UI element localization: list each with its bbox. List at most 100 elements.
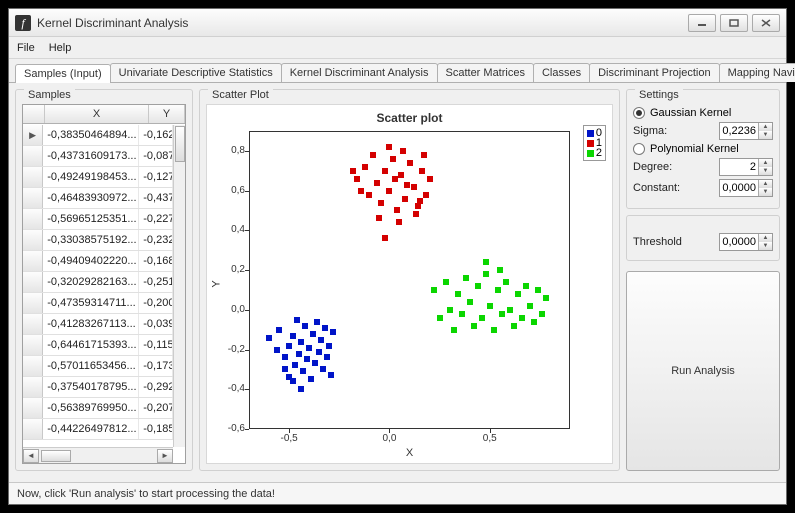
cell-x[interactable]: -0,56965125351... — [43, 209, 139, 229]
data-point — [306, 345, 312, 351]
cell-y[interactable]: -0,292 — [139, 377, 173, 397]
table-row[interactable]: -0,49249198453... -0,127 — [23, 167, 173, 188]
cell-y[interactable]: -0,200 — [139, 293, 173, 313]
tab-univariate-descriptive-statistics[interactable]: Univariate Descriptive Statistics — [110, 63, 282, 82]
table-row[interactable]: -0,47359314711... -0,200 — [23, 293, 173, 314]
table-row[interactable]: -0,44226497812... -0,185 — [23, 419, 173, 440]
data-point — [507, 307, 513, 313]
grid-vscroll[interactable] — [173, 125, 185, 447]
cell-y[interactable]: -0,185 — [139, 419, 173, 439]
table-row[interactable]: -0,57011653456... -0,173 — [23, 356, 173, 377]
menu-file[interactable]: File — [17, 42, 35, 54]
cell-y[interactable]: -0,115 — [139, 335, 173, 355]
table-row[interactable]: -0,56389769950... -0,207 — [23, 398, 173, 419]
row-header — [23, 293, 43, 313]
table-row[interactable]: -0,64461715393... -0,115 — [23, 335, 173, 356]
cell-x[interactable]: -0,49249198453... — [43, 167, 139, 187]
legend: 012 — [583, 125, 606, 161]
tab-mapping-navigation[interactable]: Mapping Navigation — [719, 63, 795, 82]
data-point — [382, 235, 388, 241]
cell-x[interactable]: -0,38350464894... — [43, 125, 139, 145]
cell-y[interactable]: -0,168 — [139, 251, 173, 271]
data-point — [447, 307, 453, 313]
tab-classes[interactable]: Classes — [533, 63, 590, 82]
cell-x[interactable]: -0,43731609173... — [43, 146, 139, 166]
data-point — [411, 184, 417, 190]
col-header-y[interactable]: Y — [149, 105, 185, 123]
cell-x[interactable]: -0,33038575192... — [43, 230, 139, 250]
data-point — [421, 152, 427, 158]
table-row[interactable]: -0,41283267113... -0,039 — [23, 314, 173, 335]
data-point — [390, 156, 396, 162]
tab-scatter-matrices[interactable]: Scatter Matrices — [437, 63, 534, 82]
data-point — [326, 343, 332, 349]
data-point — [523, 283, 529, 289]
cell-x[interactable]: -0,47359314711... — [43, 293, 139, 313]
cell-y[interactable]: -0,437 — [139, 188, 173, 208]
cell-x[interactable]: -0,46483930972... — [43, 188, 139, 208]
minimize-button[interactable] — [688, 14, 716, 32]
col-header-x[interactable]: X — [45, 105, 149, 123]
table-row[interactable]: -0,49409402220... -0,168 — [23, 251, 173, 272]
data-point — [511, 323, 517, 329]
data-point — [475, 283, 481, 289]
cell-x[interactable]: -0,64461715393... — [43, 335, 139, 355]
tab-samples-input-[interactable]: Samples (Input) — [15, 64, 111, 83]
cell-y[interactable]: -0,251 — [139, 272, 173, 292]
run-analysis-button[interactable]: Run Analysis — [626, 271, 780, 471]
row-header-corner — [23, 105, 45, 123]
polynomial-radio[interactable]: Polynomial Kernel — [633, 143, 773, 155]
grid-hscroll[interactable]: ◄ ► — [23, 447, 173, 463]
data-point — [483, 271, 489, 277]
data-point — [392, 176, 398, 182]
tab-kernel-discriminant-analysis[interactable]: Kernel Discriminant Analysis — [281, 63, 438, 82]
cell-x[interactable]: -0,56389769950... — [43, 398, 139, 418]
cell-x[interactable]: -0,37540178795... — [43, 377, 139, 397]
degree-input[interactable]: 2▲▼ — [719, 158, 773, 176]
menu-help[interactable]: Help — [49, 42, 72, 54]
gaussian-radio[interactable]: Gaussian Kernel — [633, 107, 773, 119]
constant-input[interactable]: 0,0000▲▼ — [719, 179, 773, 197]
window: f Kernel Discriminant Analysis File Help… — [8, 8, 787, 505]
cell-x[interactable]: -0,44226497812... — [43, 419, 139, 439]
x-tick: -0,5 — [275, 433, 303, 444]
sigma-input[interactable]: 0,2236▲▼ — [719, 122, 773, 140]
table-row[interactable]: -0,56965125351... -0,227 — [23, 209, 173, 230]
table-row[interactable]: ▶ -0,38350464894... -0,162 — [23, 125, 173, 146]
cell-y[interactable]: -0,207 — [139, 398, 173, 418]
cell-x[interactable]: -0,57011653456... — [43, 356, 139, 376]
maximize-button[interactable] — [720, 14, 748, 32]
cell-y[interactable]: -0,087 — [139, 146, 173, 166]
cell-y[interactable]: -0,162 — [139, 125, 173, 145]
scroll-right-icon[interactable]: ► — [157, 449, 173, 463]
cell-y[interactable]: -0,127 — [139, 167, 173, 187]
data-point — [427, 176, 433, 182]
data-point — [362, 164, 368, 170]
samples-grid[interactable]: X Y ▶ -0,38350464894... -0,162 -0,437316… — [22, 104, 186, 464]
table-row[interactable]: -0,46483930972... -0,437 — [23, 188, 173, 209]
cell-x[interactable]: -0,32029282163... — [43, 272, 139, 292]
cell-y[interactable]: -0,227 — [139, 209, 173, 229]
close-button[interactable] — [752, 14, 780, 32]
cell-y[interactable]: -0,039 — [139, 314, 173, 334]
threshold-group: Threshold0,0000▲▼ — [626, 215, 780, 261]
data-point — [290, 378, 296, 384]
data-point — [282, 366, 288, 372]
table-row[interactable]: -0,33038575192... -0,232 — [23, 230, 173, 251]
chart-title: Scatter plot — [207, 111, 612, 125]
threshold-input[interactable]: 0,0000▲▼ — [719, 233, 773, 251]
tab-discriminant-projection[interactable]: Discriminant Projection — [589, 63, 719, 82]
row-header — [23, 377, 43, 397]
table-row[interactable]: -0,32029282163... -0,251 — [23, 272, 173, 293]
plot-group: Scatter Plot Scatter plot 012 Y X -0,6-0… — [199, 89, 620, 471]
table-row[interactable]: -0,43731609173... -0,087 — [23, 146, 173, 167]
data-point — [274, 347, 280, 353]
data-point — [366, 192, 372, 198]
table-row[interactable]: -0,37540178795... -0,292 — [23, 377, 173, 398]
scroll-left-icon[interactable]: ◄ — [23, 449, 39, 463]
cell-y[interactable]: -0,232 — [139, 230, 173, 250]
cell-y[interactable]: -0,173 — [139, 356, 173, 376]
cell-x[interactable]: -0,41283267113... — [43, 314, 139, 334]
x-axis-label: X — [207, 447, 612, 459]
cell-x[interactable]: -0,49409402220... — [43, 251, 139, 271]
